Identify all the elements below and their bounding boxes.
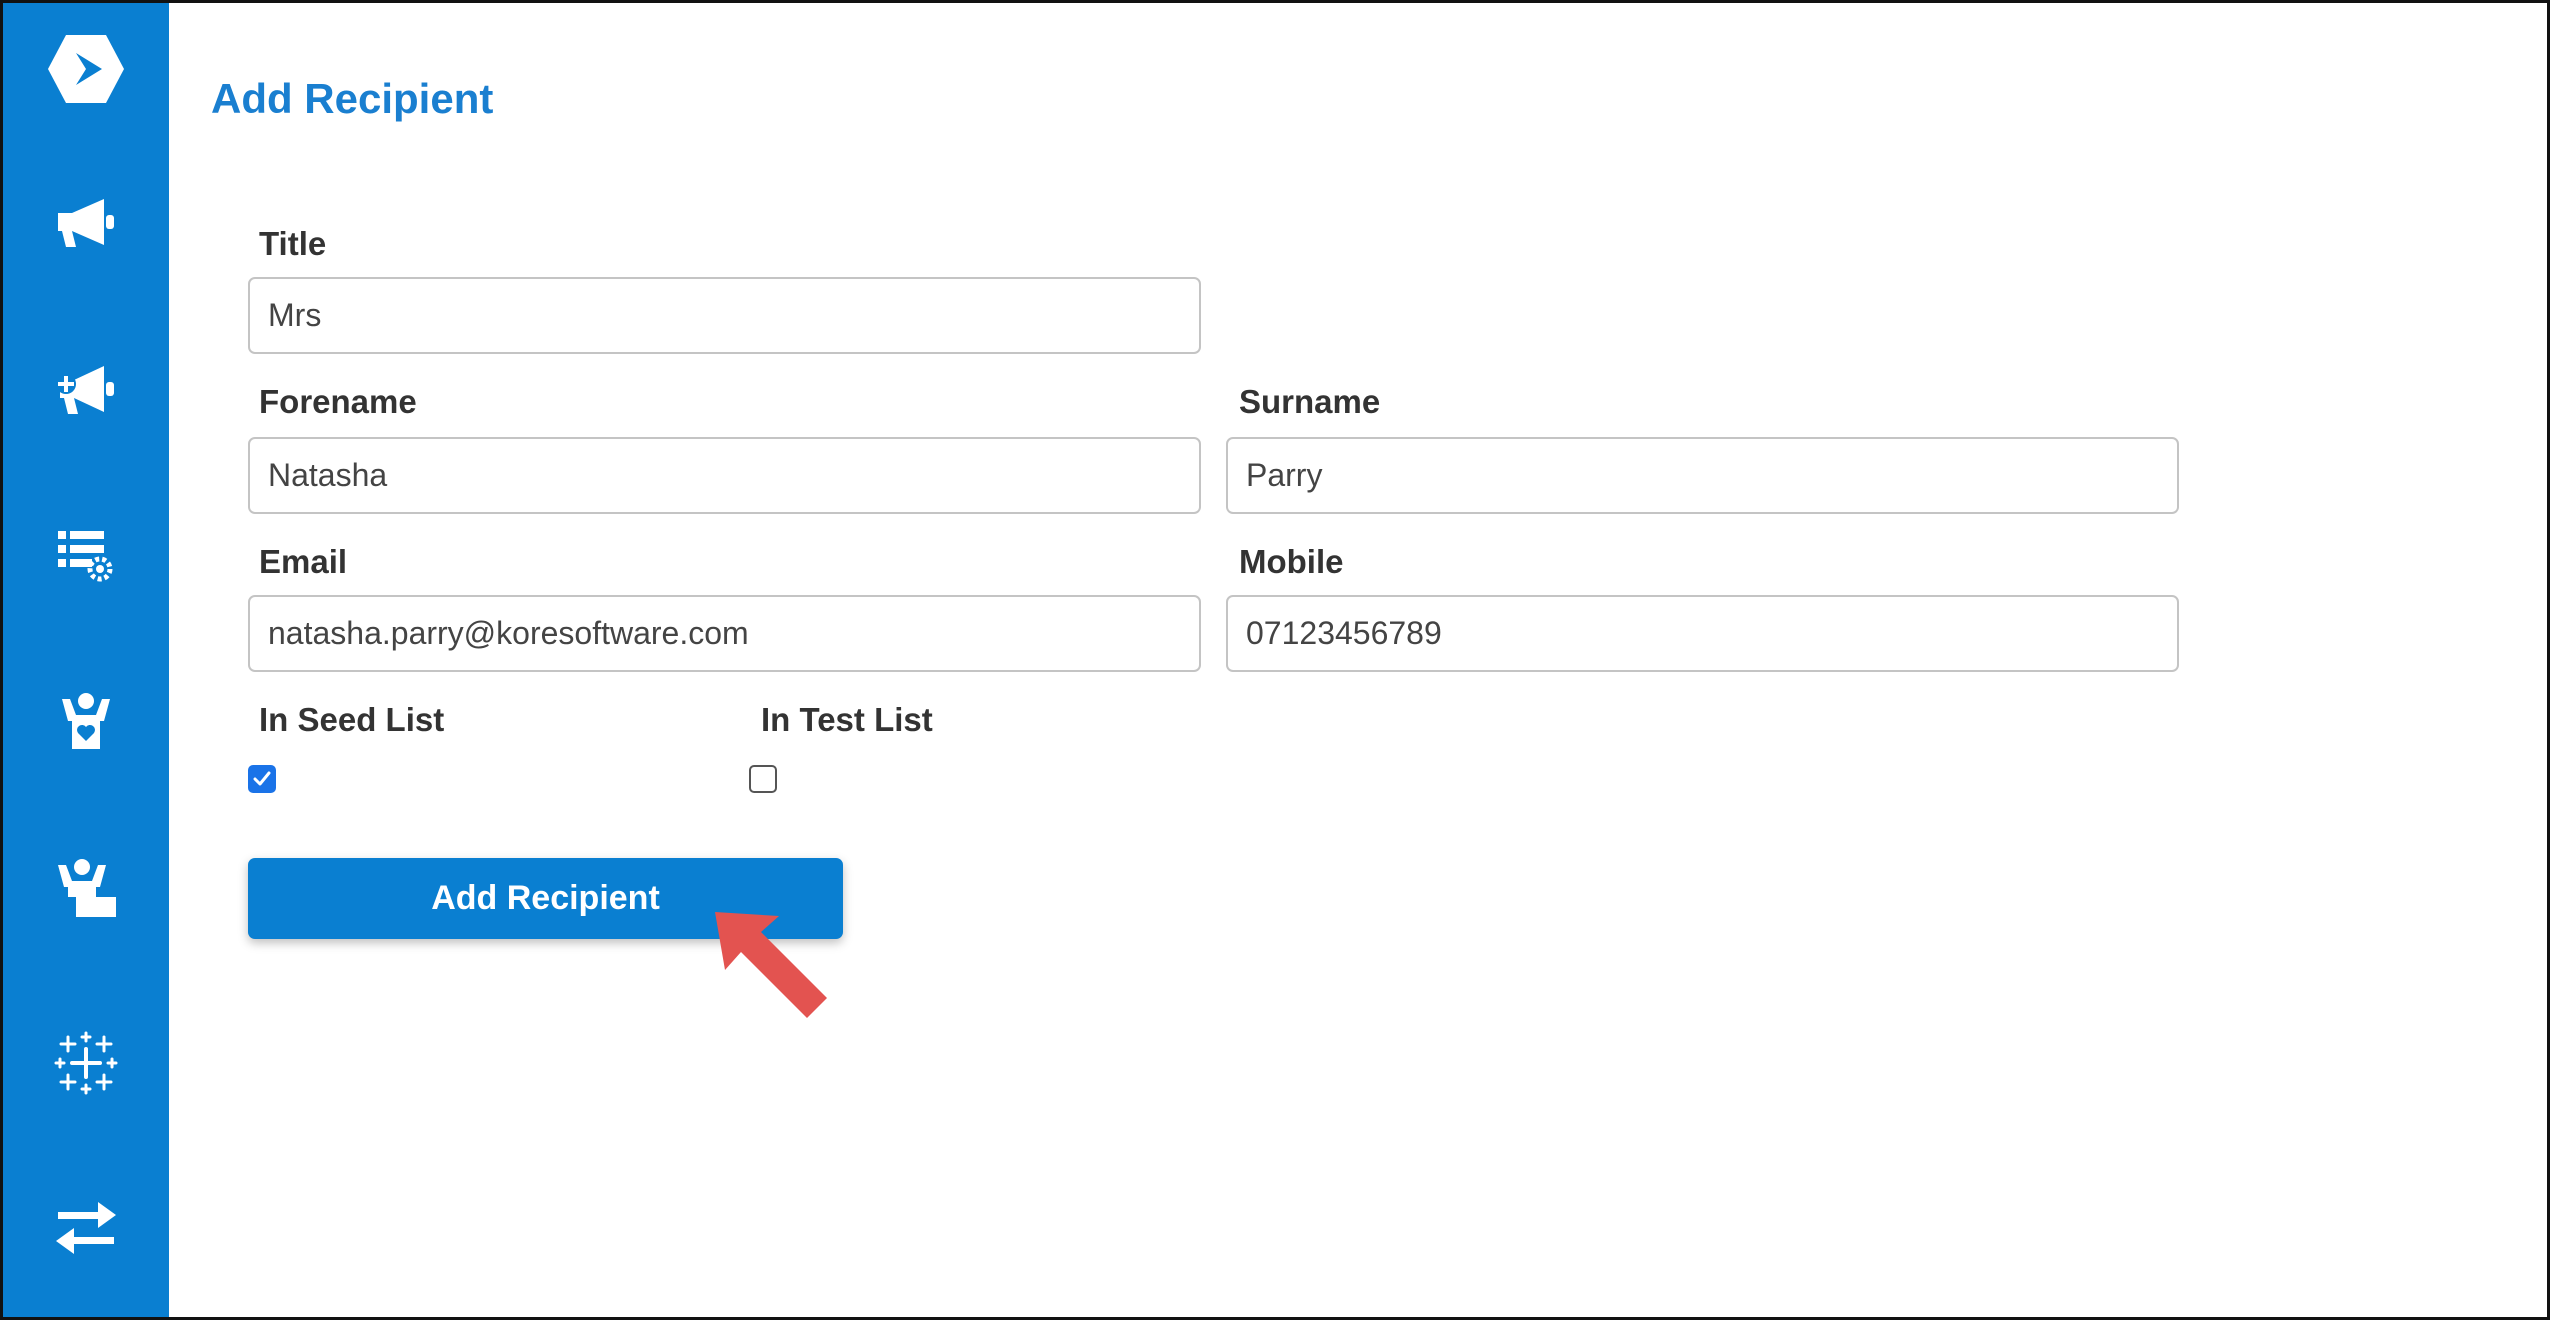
surname-label: Surname — [1239, 383, 1381, 420]
tableau-icon — [54, 1031, 118, 1095]
nav-lists[interactable] — [3, 495, 169, 615]
app-window: Add Recipient Title Forename Surname Ema… — [0, 0, 2550, 1320]
sidebar — [3, 3, 169, 1317]
title-input[interactable] — [248, 277, 1201, 354]
megaphone-add-icon — [54, 362, 118, 418]
kore-logo-icon — [46, 33, 126, 105]
person-heart-icon — [56, 691, 116, 755]
nav-recipients[interactable] — [3, 663, 169, 783]
nav-transfer[interactable] — [3, 1168, 169, 1288]
megaphone-icon — [54, 195, 118, 251]
nav-new-campaign[interactable] — [3, 330, 169, 450]
nav-campaigns[interactable] — [3, 163, 169, 283]
seed-list-label: In Seed List — [259, 701, 445, 738]
list-settings-icon — [56, 527, 116, 583]
nav-agents[interactable] — [3, 829, 169, 949]
nav-tableau[interactable] — [3, 1003, 169, 1123]
title-label: Title — [259, 225, 327, 262]
mobile-input[interactable] — [1226, 595, 2179, 672]
page-title: Add Recipient — [211, 75, 494, 122]
person-desk-icon — [54, 857, 118, 921]
email-label: Email — [259, 543, 348, 580]
test-list-label: In Test List — [761, 701, 933, 738]
forename-input[interactable] — [248, 437, 1201, 514]
annotation-arrow-icon — [703, 898, 843, 1043]
email-input[interactable] — [248, 595, 1201, 672]
forename-label: Forename — [259, 383, 417, 420]
surname-input[interactable] — [1226, 437, 2179, 514]
nav-home[interactable] — [3, 9, 169, 129]
seed-list-checkbox[interactable] — [248, 765, 276, 793]
test-list-checkbox[interactable] — [749, 765, 777, 793]
mobile-label: Mobile — [1239, 543, 1344, 580]
swap-arrows-icon — [54, 1200, 118, 1256]
